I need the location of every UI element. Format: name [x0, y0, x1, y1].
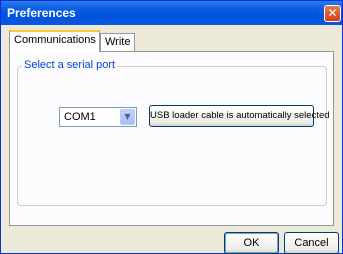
- serial-port-groupbox: Select a serial port COM1 ▼ USB loader c…: [17, 59, 330, 206]
- window-title: Preferences: [7, 6, 76, 20]
- tab-communications[interactable]: Communications: [9, 30, 100, 52]
- dialog-body: Communications Write Select a serial por…: [1, 25, 342, 254]
- chevron-down-icon[interactable]: ▼: [120, 109, 135, 125]
- close-button[interactable]: ✕: [324, 5, 341, 22]
- tab-label: Communications: [14, 34, 96, 46]
- titlebar: Preferences ✕: [1, 1, 342, 25]
- serial-port-select[interactable]: COM1 ▼: [59, 107, 137, 127]
- preferences-window: Preferences ✕ Communications Write Selec…: [0, 0, 343, 254]
- ok-button[interactable]: OK: [224, 232, 279, 254]
- close-icon: ✕: [327, 6, 338, 20]
- cancel-button[interactable]: Cancel: [284, 232, 339, 254]
- tab-panel-communications: Select a serial port COM1 ▼ USB loader c…: [9, 51, 334, 226]
- usb-loader-button[interactable]: USB loader cable is automatically select…: [149, 105, 330, 127]
- serial-port-value: COM1: [64, 111, 96, 123]
- tab-write[interactable]: Write: [100, 33, 135, 51]
- tab-label: Write: [105, 36, 131, 48]
- groupbox-legend: Select a serial port: [22, 59, 118, 71]
